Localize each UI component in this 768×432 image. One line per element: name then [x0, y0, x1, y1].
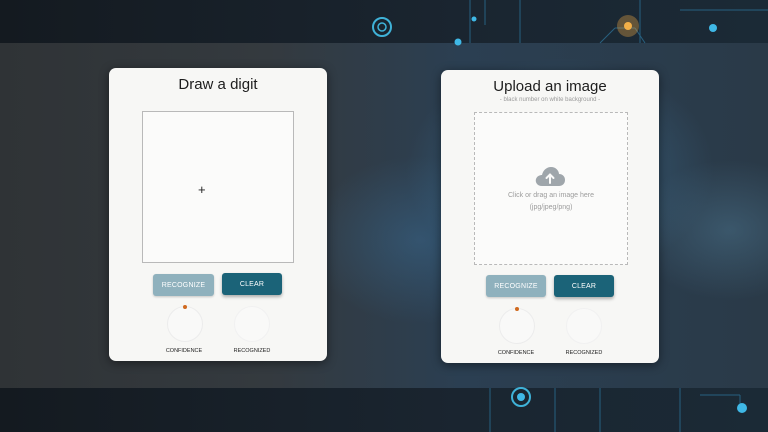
- recognize-upload-button[interactable]: Recognize: [486, 275, 546, 297]
- confidence-marker: [183, 305, 187, 309]
- crosshair-cursor-icon: +: [198, 182, 206, 197]
- confidence-gauge: [167, 305, 203, 342]
- confidence-label: Confidence: [165, 348, 203, 354]
- confidence-gauge: [499, 307, 535, 344]
- dropzone-instructions: Click or drag an image here (jpg/jpeg/pn…: [475, 190, 627, 214]
- drawing-canvas[interactable]: +: [142, 111, 294, 263]
- draw-digit-panel: Draw a digit + Recognize Clear Confidenc…: [109, 68, 327, 361]
- recognized-result-circle: [566, 308, 602, 344]
- upload-panel-title: Upload an image: [493, 78, 607, 95]
- draw-panel-title: Draw a digit: [178, 76, 258, 93]
- clear-drawing-button[interactable]: Clear: [222, 273, 282, 295]
- recognized-result-circle: [234, 306, 270, 342]
- recognized-label: Recognized: [233, 348, 271, 354]
- recognize-drawing-button[interactable]: Recognize: [153, 274, 214, 296]
- upload-panel-subtitle: - black number on white background -: [499, 97, 601, 103]
- recognized-label: Recognized: [565, 350, 603, 356]
- dropzone-formats: (jpg/jpeg/png): [529, 204, 573, 211]
- confidence-marker: [515, 307, 519, 311]
- confidence-label: Confidence: [497, 350, 535, 356]
- clear-upload-button[interactable]: Clear: [554, 275, 614, 297]
- upload-image-panel: Upload an image - black number on white …: [441, 70, 659, 363]
- bottom-banner: [0, 388, 768, 432]
- dropzone-text: Click or drag an image here: [508, 192, 594, 199]
- image-dropzone[interactable]: Click or drag an image here (jpg/jpeg/pn…: [474, 112, 628, 265]
- cloud-upload-icon: [535, 167, 565, 186]
- top-banner: [0, 0, 768, 43]
